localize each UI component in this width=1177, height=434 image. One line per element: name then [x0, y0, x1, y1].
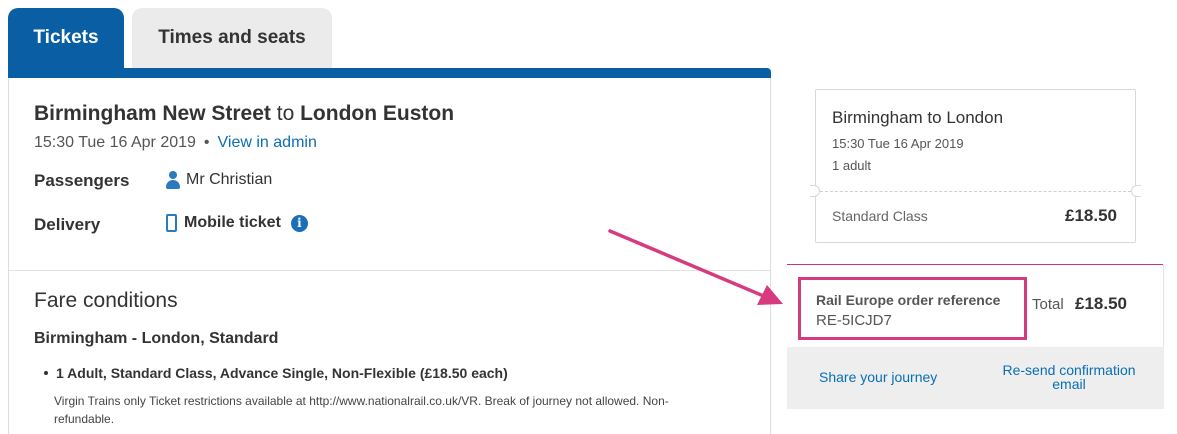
- ticket-details-panel: Birmingham New Street to London Euston 1…: [8, 78, 771, 434]
- delivery-method: Mobile ticket: [184, 214, 281, 231]
- tab-underline: [8, 68, 771, 78]
- journey-summary-card: Birmingham to London 15:30 Tue 16 Apr 20…: [810, 89, 1141, 243]
- action-bar: Share your journey Re-send confirmation …: [787, 347, 1164, 409]
- passenger-name: Mr Christian: [186, 171, 273, 188]
- tab-tickets[interactable]: Tickets: [8, 8, 124, 68]
- passengers-label: Passengers: [34, 171, 130, 190]
- delivery-value-row: Mobile ticket i: [166, 214, 308, 232]
- summary-passengers: 1 adult: [832, 158, 872, 173]
- delivery-label: Delivery: [34, 215, 101, 234]
- highlight-divider: [787, 264, 1164, 265]
- passengers-value-row: Mr Christian: [166, 171, 272, 189]
- fare-list-item: 1 Adult, Standard Class, Advance Single,…: [44, 365, 508, 381]
- fare-description: Virgin Trains only Ticket restrictions a…: [54, 394, 669, 426]
- order-reference-value: RE-5ICJD7: [816, 312, 892, 329]
- person-icon: [166, 171, 180, 189]
- ticket-notch-left: [810, 185, 820, 197]
- panel-edge: [1163, 264, 1164, 348]
- journey-destination: London Euston: [300, 102, 455, 125]
- order-reference-label: Rail Europe order reference: [816, 292, 1001, 308]
- resend-confirmation-link[interactable]: Re-send confirmation email: [994, 363, 1144, 391]
- summary-title: Birmingham to London: [832, 108, 1004, 127]
- total-label: Total: [1032, 296, 1064, 313]
- journey-origin: Birmingham New Street: [34, 102, 271, 125]
- info-icon[interactable]: i: [290, 214, 308, 232]
- summary-class: Standard Class: [832, 208, 928, 224]
- mobile-phone-icon: [166, 214, 177, 232]
- fare-route: Birmingham - London, Standard: [34, 330, 279, 347]
- journey-title: Birmingham New Street to London Euston: [34, 102, 454, 126]
- view-in-admin-link[interactable]: View in admin: [218, 134, 317, 151]
- ticket-notch-right: [1131, 185, 1141, 197]
- journey-datetime: 15:30 Tue 16 Apr 2019: [34, 134, 196, 151]
- bullet-icon: [44, 371, 48, 375]
- journey-connector: to: [276, 102, 295, 125]
- total-value: £18.50: [1075, 294, 1127, 313]
- share-journey-link[interactable]: Share your journey: [819, 369, 937, 385]
- journey-subtitle: 15:30 Tue 16 Apr 2019 • View in admin: [34, 134, 317, 152]
- section-divider: [9, 270, 770, 271]
- order-reference-highlight: Rail Europe order reference RE-5ICJD7: [798, 277, 1027, 340]
- summary-price: £18.50: [1065, 206, 1117, 225]
- separator-dot: •: [203, 134, 210, 151]
- ticket-perforation: [820, 191, 1131, 192]
- fare-item-text: 1 Adult, Standard Class, Advance Single,…: [56, 365, 508, 381]
- tab-times-and-seats[interactable]: Times and seats: [132, 8, 332, 68]
- tab-bar: Tickets Times and seats: [8, 8, 332, 68]
- fare-conditions-heading: Fare conditions: [34, 289, 178, 312]
- summary-datetime: 15:30 Tue 16 Apr 2019: [832, 136, 964, 151]
